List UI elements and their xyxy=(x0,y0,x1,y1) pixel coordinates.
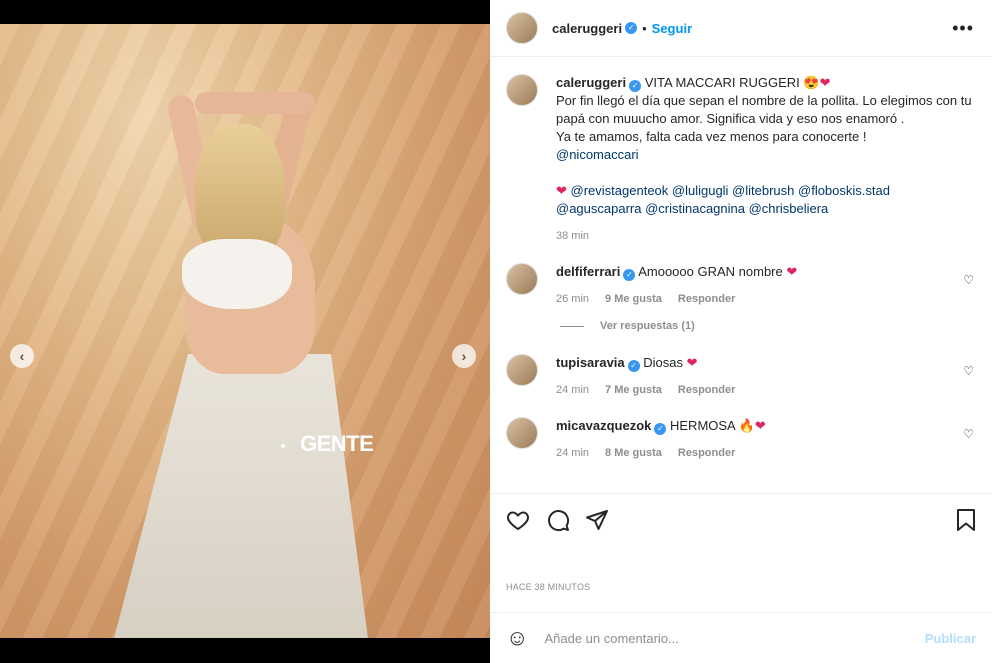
add-comment-bar: ☺ Añade un comentario... Publicar xyxy=(490,612,992,663)
like-comment-icon[interactable]: ♡ xyxy=(963,427,974,441)
caption-username[interactable]: caleruggeri xyxy=(556,75,626,90)
author-avatar[interactable] xyxy=(506,12,538,44)
comment-likes[interactable]: 9 Me gusta xyxy=(605,290,662,308)
comments-list[interactable]: caleruggeri ✓ VITA MACCARI RUGGERI 😍❤ Por… xyxy=(490,58,992,492)
comment-body: tupisaravia ✓ Diosas ❤ 24 min 7 Me gusta … xyxy=(556,354,976,399)
comment-username[interactable]: tupisaravia xyxy=(556,355,625,370)
comment-text: HERMOSA xyxy=(670,418,736,433)
like-comment-icon[interactable]: ♡ xyxy=(963,273,974,287)
watermark-dot xyxy=(281,444,285,448)
author-info: caleruggeri ✓ • Seguir xyxy=(552,21,692,36)
caption-text: Por fin llegó el día que sepan el nombre… xyxy=(556,93,972,144)
caption-time[interactable]: 38 min xyxy=(556,227,589,245)
comment: tupisaravia ✓ Diosas ❤ 24 min 7 Me gusta … xyxy=(506,354,976,399)
comment-avatar[interactable] xyxy=(506,354,538,386)
post-image[interactable]: GENTE ‹ › xyxy=(0,24,490,638)
verified-badge-icon: ✓ xyxy=(625,22,638,34)
credits-heart-icon: ❤ xyxy=(556,183,567,198)
share-paper-plane-icon[interactable] xyxy=(585,508,609,537)
comment-time[interactable]: 24 min xyxy=(556,381,589,399)
comment-username[interactable]: delfiferrari xyxy=(556,264,620,279)
carousel-next-button[interactable]: › xyxy=(452,344,476,368)
publish-button[interactable]: Publicar xyxy=(925,631,976,646)
caption-title: VITA MACCARI RUGGERI xyxy=(644,75,800,90)
subject-pants xyxy=(110,354,370,638)
follow-separator: • xyxy=(642,20,647,36)
comment-meta: 24 min 7 Me gusta Responder xyxy=(556,381,976,399)
post-header: caleruggeri ✓ • Seguir ••• xyxy=(490,0,992,57)
caption-credits[interactable]: @revistagenteok @luligugli @litebrush @f… xyxy=(556,183,890,216)
follow-button[interactable]: Seguir xyxy=(652,21,692,36)
post-actions-bar xyxy=(490,493,992,549)
verified-badge-icon: ✓ xyxy=(629,80,642,92)
view-replies-button[interactable]: Ver respuestas (1) xyxy=(560,320,976,332)
view-replies-label: Ver respuestas (1) xyxy=(600,320,695,332)
comment-bubble-icon[interactable] xyxy=(546,508,570,537)
comment-likes[interactable]: 7 Me gusta xyxy=(605,381,662,399)
comment: micavazquezok ✓ HERMOSA 🔥❤ 24 min 8 Me gu… xyxy=(506,417,976,462)
comment-username[interactable]: micavazquezok xyxy=(556,418,651,433)
subject-arms-raised xyxy=(195,92,315,114)
heart-emoji-icon: ❤ xyxy=(686,355,698,370)
comment-text: Amooooo GRAN nombre xyxy=(638,264,783,279)
verified-badge-icon: ✓ xyxy=(654,423,667,435)
caption-mention[interactable]: @nicomaccari xyxy=(556,147,639,162)
caption-title-emoji: 😍❤ xyxy=(803,75,831,90)
heart-emoji-icon: ❤ xyxy=(786,264,798,279)
comment-input[interactable]: Añade un comentario... xyxy=(544,631,924,646)
author-username[interactable]: caleruggeri xyxy=(552,21,622,36)
like-heart-icon[interactable] xyxy=(506,508,530,537)
post-timestamp: HACE 38 MINUTOS xyxy=(506,582,591,592)
caption: caleruggeri ✓ VITA MACCARI RUGGERI 😍❤ Por… xyxy=(506,74,976,245)
comment-body: delfiferrari ✓ Amooooo GRAN nombre ❤ 26 m… xyxy=(556,263,976,308)
verified-badge-icon: ✓ xyxy=(623,269,636,281)
emoji-picker-icon[interactable]: ☺ xyxy=(506,625,528,651)
chevron-right-icon: › xyxy=(461,348,467,364)
caption-body: caleruggeri ✓ VITA MACCARI RUGGERI 😍❤ Por… xyxy=(556,74,976,245)
instagram-post-window: GENTE ‹ › caleruggeri ✓ • Seguir ••• cal… xyxy=(0,0,992,663)
subject-top xyxy=(182,239,292,309)
save-bookmark-icon[interactable] xyxy=(955,508,977,537)
caption-meta: 38 min xyxy=(556,227,976,245)
comment-meta: 26 min 9 Me gusta Responder xyxy=(556,290,976,308)
reply-button[interactable]: Responder xyxy=(678,381,735,399)
fire-heart-emoji-icon: 🔥❤ xyxy=(738,418,766,433)
comment-meta: 24 min 8 Me gusta Responder xyxy=(556,444,976,462)
replies-divider xyxy=(560,325,584,327)
reply-button[interactable]: Responder xyxy=(678,444,735,462)
comment-body: micavazquezok ✓ HERMOSA 🔥❤ 24 min 8 Me gu… xyxy=(556,417,976,462)
comment-avatar[interactable] xyxy=(506,263,538,295)
caption-avatar[interactable] xyxy=(506,74,538,106)
chevron-left-icon: ‹ xyxy=(19,348,25,364)
photo-subject xyxy=(100,64,370,638)
comment: delfiferrari ✓ Amooooo GRAN nombre ❤ 26 m… xyxy=(506,263,976,308)
comment-avatar[interactable] xyxy=(506,417,538,449)
comment-text: Diosas xyxy=(643,355,684,370)
reply-button[interactable]: Responder xyxy=(678,290,735,308)
post-side-panel: caleruggeri ✓ • Seguir ••• caleruggeri ✓ … xyxy=(490,0,992,663)
comment-time[interactable]: 26 min xyxy=(556,290,589,308)
verified-badge-icon: ✓ xyxy=(627,360,640,372)
comment-likes[interactable]: 8 Me gusta xyxy=(605,444,662,462)
more-options-icon[interactable]: ••• xyxy=(952,18,974,39)
like-comment-icon[interactable]: ♡ xyxy=(963,364,974,378)
gente-watermark: GENTE xyxy=(300,431,374,456)
comment-time[interactable]: 24 min xyxy=(556,444,589,462)
carousel-prev-button[interactable]: ‹ xyxy=(10,344,34,368)
